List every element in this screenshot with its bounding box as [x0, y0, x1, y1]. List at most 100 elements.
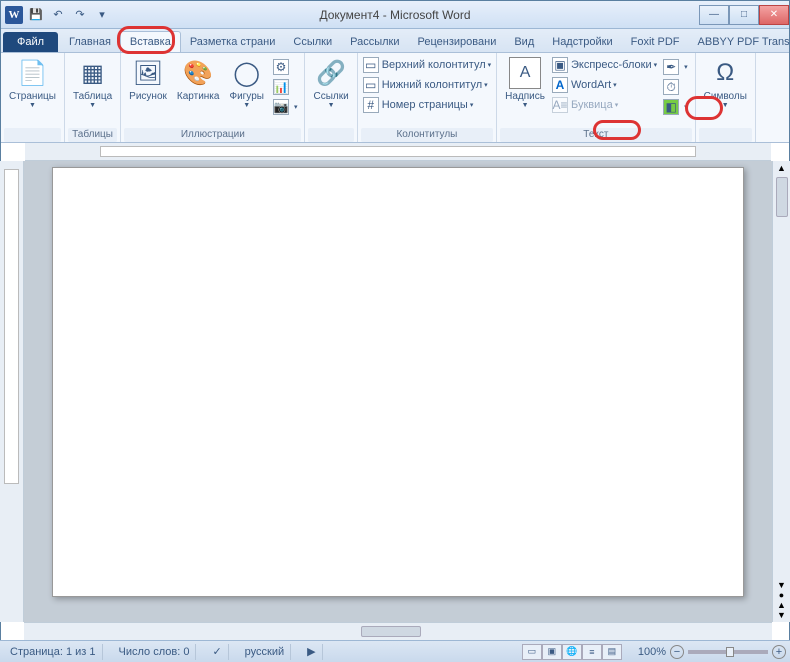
chevron-down-icon: ▼: [89, 102, 96, 109]
view-fullscreen[interactable]: ▣: [542, 644, 562, 660]
footer-button[interactable]: ▭Нижний колонтитул▾: [361, 75, 493, 95]
status-page[interactable]: Страница: 1 из 1: [4, 644, 103, 660]
tab-review[interactable]: Рецензировани: [409, 32, 506, 52]
header-button[interactable]: ▭Верхний колонтитул▾: [361, 55, 493, 75]
group-pages-label: [4, 128, 61, 142]
group-text: A Надпись ▼ ▣Экспресс-блоки▾ AWordArt▾ A…: [497, 53, 696, 142]
zoom-in-button[interactable]: +: [772, 645, 786, 659]
maximize-button[interactable]: □: [729, 5, 759, 25]
clipart-button[interactable]: 🎨 Картинка: [172, 55, 225, 104]
wordart-button[interactable]: AWordArt▾: [550, 75, 659, 95]
word-app-icon[interactable]: W: [5, 6, 23, 24]
table-button[interactable]: ▦ Таблица ▼: [68, 55, 117, 111]
wordart-icon: A: [552, 77, 568, 93]
header-icon: ▭: [363, 57, 379, 73]
qat-customize-button[interactable]: ▾: [93, 6, 111, 24]
qat-undo-button[interactable]: ↶: [49, 6, 67, 24]
symbols-button[interactable]: Ω Символы ▼: [699, 55, 752, 111]
horizontal-ruler[interactable]: [25, 143, 771, 161]
chevron-down-icon: ▼: [722, 102, 729, 109]
group-header-footer: ▭Верхний колонтитул▾ ▭Нижний колонтитул▾…: [358, 53, 497, 142]
tab-insert[interactable]: Вставка: [120, 31, 181, 52]
status-proofing[interactable]: ✓: [206, 644, 228, 660]
chevron-down-icon: ▼: [29, 102, 36, 109]
qat-redo-button[interactable]: ↷: [71, 6, 89, 24]
view-print-layout[interactable]: ▭: [522, 644, 542, 660]
wordart-label: WordArt: [571, 79, 611, 91]
datetime-icon: ⏱: [663, 79, 679, 95]
textbox-icon: A: [509, 57, 541, 89]
tab-abbyy[interactable]: ABBYY PDF Trans: [689, 32, 790, 52]
close-button[interactable]: ✕: [759, 5, 789, 25]
vertical-scrollbar[interactable]: ▲ ▼ ● ▲ ▼: [772, 161, 790, 622]
status-wordcount[interactable]: Число слов: 0: [113, 644, 197, 660]
quickparts-icon: ▣: [552, 57, 568, 73]
status-language[interactable]: русский: [239, 644, 291, 660]
document-area: ▲ ▼ ● ▲ ▼: [0, 161, 790, 622]
window-title: Документ4 - Microsoft Word: [1, 8, 789, 22]
quickparts-button[interactable]: ▣Экспресс-блоки▾: [550, 55, 659, 75]
chart-button[interactable]: 📊: [271, 77, 300, 97]
screenshot-icon: 📷: [273, 99, 289, 115]
textbox-button[interactable]: A Надпись ▼: [500, 55, 550, 111]
zoom-slider-knob[interactable]: [726, 647, 734, 657]
document-page[interactable]: [52, 167, 744, 597]
shapes-label: Фигуры: [229, 91, 263, 102]
tab-addins[interactable]: Надстройки: [543, 32, 621, 52]
zoom-out-button[interactable]: −: [670, 645, 684, 659]
view-draft[interactable]: ▤: [602, 644, 622, 660]
omega-icon: Ω: [709, 57, 741, 89]
horizontal-scrollbar[interactable]: [24, 622, 772, 640]
page-scroll-area[interactable]: [24, 161, 772, 622]
screenshot-button[interactable]: 📷▾: [271, 97, 300, 117]
object-icon: ◧: [663, 99, 679, 115]
pagenum-label: Номер страницы: [382, 99, 468, 111]
status-macro[interactable]: ▶: [301, 644, 322, 660]
chevron-down-icon: ▼: [243, 102, 250, 109]
tab-layout[interactable]: Разметка страни: [181, 32, 285, 52]
statusbar: Страница: 1 из 1 Число слов: 0 ✓ русский…: [0, 640, 790, 662]
picture-icon: 🖼: [132, 57, 164, 89]
page-number-button[interactable]: #Номер страницы▾: [361, 95, 493, 115]
signature-icon: ✒: [663, 59, 679, 75]
link-icon: 🔗: [315, 57, 347, 89]
group-illustrations: 🖼 Рисунок 🎨 Картинка ◯ Фигуры ▼ ⚙ 📊 📷▾ И…: [121, 53, 305, 142]
shapes-button[interactable]: ◯ Фигуры ▼: [224, 55, 268, 111]
view-web[interactable]: 🌐: [562, 644, 582, 660]
footer-icon: ▭: [363, 77, 379, 93]
tab-mailings[interactable]: Рассылки: [341, 32, 408, 52]
pages-label: Страницы: [9, 91, 56, 102]
qat-save-button[interactable]: 💾: [27, 6, 45, 24]
tab-foxit[interactable]: Foxit PDF: [622, 32, 689, 52]
dropcap-button[interactable]: A≡Буквица▾: [550, 95, 659, 115]
zoom-level[interactable]: 100%: [638, 646, 666, 658]
picture-button[interactable]: 🖼 Рисунок: [124, 55, 172, 104]
table-icon: ▦: [77, 57, 109, 89]
vertical-ruler[interactable]: [0, 161, 24, 622]
zoom-controls: 100% − +: [638, 645, 786, 659]
tab-home[interactable]: Главная: [60, 32, 120, 52]
smartart-button[interactable]: ⚙: [271, 57, 300, 77]
tab-file[interactable]: Файл: [3, 32, 58, 52]
links-label: Ссылки: [313, 91, 348, 102]
datetime-button[interactable]: ⏱: [661, 77, 690, 97]
hscroll-thumb[interactable]: [361, 626, 421, 637]
group-tables-label: Таблицы: [68, 128, 117, 142]
signature-button[interactable]: ✒▾: [661, 57, 690, 77]
links-button[interactable]: 🔗 Ссылки ▼: [308, 55, 353, 111]
clipart-label: Картинка: [177, 91, 220, 102]
group-illus-label: Иллюстрации: [124, 128, 301, 142]
minimize-button[interactable]: —: [699, 5, 729, 25]
chevron-down-icon: ▼: [328, 102, 335, 109]
dropcap-label: Буквица: [571, 99, 613, 111]
group-symbols-label: [699, 128, 752, 142]
view-outline[interactable]: ≡: [582, 644, 602, 660]
group-links: 🔗 Ссылки ▼: [305, 53, 357, 142]
smartart-icon: ⚙: [273, 59, 289, 75]
zoom-slider[interactable]: [688, 650, 768, 654]
object-button[interactable]: ◧▾: [661, 97, 690, 117]
pagenum-icon: #: [363, 97, 379, 113]
pages-button[interactable]: 📄 Страницы ▼: [4, 55, 61, 111]
tab-view[interactable]: Вид: [505, 32, 543, 52]
tab-references[interactable]: Ссылки: [284, 32, 341, 52]
